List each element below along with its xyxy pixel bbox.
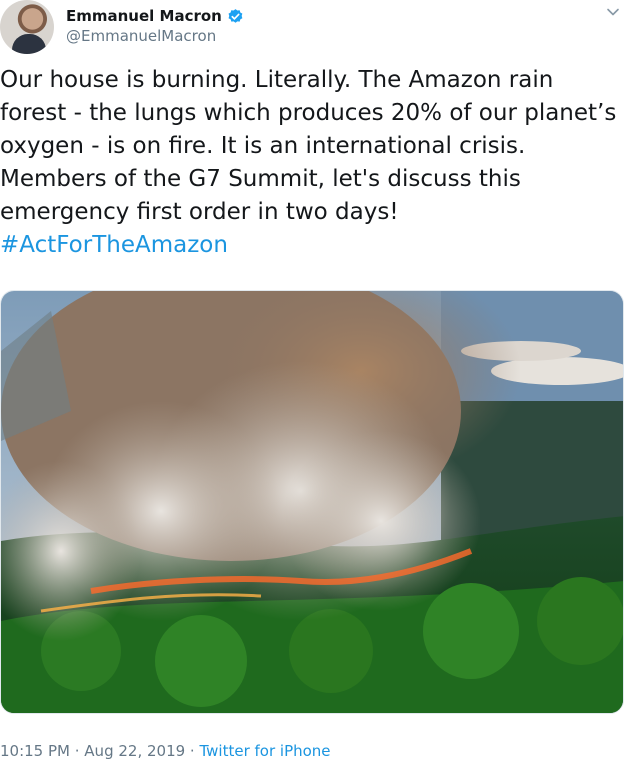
fire-photo-illustration: [1, 291, 623, 713]
author-handle[interactable]: @EmmanuelMacron: [66, 27, 216, 45]
tweet-source[interactable]: Twitter for iPhone: [199, 742, 330, 760]
tweet-date[interactable]: Aug 22, 2019: [84, 742, 185, 760]
avatar[interactable]: [0, 0, 54, 54]
meta-separator: ·: [69, 742, 85, 760]
author-name-row[interactable]: Emmanuel Macron: [66, 5, 244, 27]
chevron-down-icon[interactable]: [605, 4, 621, 20]
tweet-body: Our house is burning. Literally. The Ama…: [0, 67, 617, 225]
tweet-meta: 10:15 PM · Aug 22, 2019 · Twitter for iP…: [0, 742, 331, 760]
avatar-suit: [12, 34, 46, 54]
tweet-photo[interactable]: [0, 290, 624, 714]
meta-separator: ·: [185, 742, 200, 760]
verified-badge-icon: [227, 8, 244, 25]
author-display-name[interactable]: Emmanuel Macron: [66, 7, 222, 25]
tweet-time[interactable]: 10:15 PM: [0, 742, 70, 760]
tweet-text: Our house is burning. Literally. The Ama…: [0, 64, 622, 262]
hashtag-link[interactable]: #ActForTheAmazon: [0, 229, 622, 262]
tweet-header: Emmanuel Macron @EmmanuelMacron: [0, 0, 625, 60]
